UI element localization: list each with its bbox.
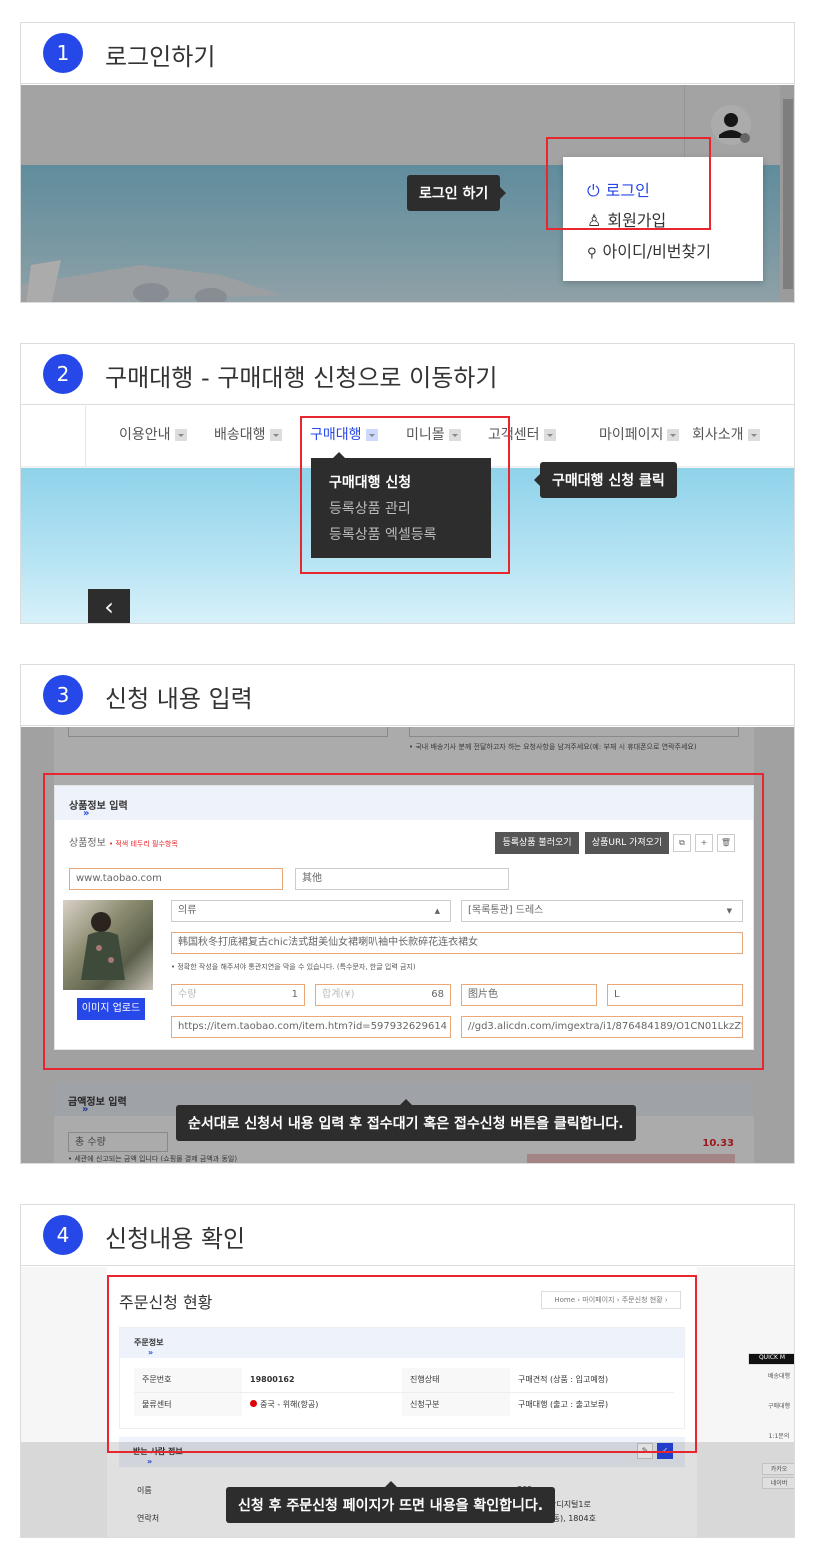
quick-shipping[interactable]: 배송대행 [762, 1371, 794, 1393]
quick-label: 구매대행 [767, 1403, 791, 1410]
step-number: 4 [43, 1215, 83, 1255]
step-title: 구매대행 - 구매대행 신청으로 이동하기 [105, 364, 498, 392]
divider [85, 406, 86, 467]
chevron-left-icon: ‹ [104, 593, 114, 621]
step-3-panel: 3 신청 내용 입력 • 국내 배송기사 분께 전달하고자 하는 요청사항을 남… [20, 664, 795, 1164]
tooltip-confirm: 신청 후 주문신청 페이지가 뜨면 내용을 확인합니다. [226, 1481, 556, 1523]
step-number: 3 [43, 675, 83, 715]
slider-prev-button[interactable]: ‹ [88, 589, 130, 623]
step-header: 2 구매대행 - 구매대행 신청으로 이동하기 [21, 344, 794, 405]
quick-label: 1:1문의 [768, 1433, 790, 1440]
find-account-menu-item[interactable]: ⚲ 아이디/비번찾기 [587, 238, 711, 262]
nav-company[interactable]: 회사소개 [692, 424, 760, 444]
step-number: 1 [43, 33, 83, 73]
step-title: 신청 내용 입력 [105, 685, 253, 713]
highlight-box [107, 1275, 697, 1453]
nav-label: 배송대행 [214, 427, 266, 443]
step-number: 2 [43, 354, 83, 394]
step-header: 1 로그인하기 [21, 23, 794, 84]
tooltip-login: 로그인 하기 [407, 175, 507, 211]
highlight-box [546, 137, 711, 230]
quick-purchase[interactable]: 구매대행 [762, 1401, 794, 1423]
nav-mypage[interactable]: 마이페이지 [599, 424, 680, 444]
highlight-box [43, 773, 764, 1070]
chevron-down-icon [667, 429, 680, 441]
screenshot-nav: 이용안내 배송대행 구매대행 미니몰 고객센터 마이페이지 회사소개 ‹ 구매대… [21, 406, 794, 623]
screenshot-login: ⏻ 로그인 ♙ 회원가입 ⚲ 아이디/비번찾기 로그인 하기 [21, 85, 794, 302]
nav-label: 이용안내 [119, 427, 171, 443]
find-account-label: 아이디/비번찾기 [602, 242, 711, 261]
screenshot-form: • 국내 배송기사 분께 전달하고자 하는 요청사항을 남겨주세요(예: 부재 … [21, 727, 794, 1163]
screenshot-order: 주문신청 현황 Home › 마이페이지 › 주문신청 현황 › » 주문정보 주… [21, 1267, 794, 1537]
step-title: 신청내용 확인 [105, 1225, 246, 1253]
step-1-panel: 1 로그인하기 ⏻ 로그인 ♙ 회원가입 ⚲ 아이디/비번찾기 로그인 하기 [20, 22, 795, 303]
chevron-down-icon [543, 429, 556, 441]
chevron-down-icon [174, 429, 187, 441]
nav-label: 회사소개 [692, 427, 744, 443]
chevron-down-icon [747, 429, 760, 441]
nav-guide[interactable]: 이용안내 [119, 424, 187, 444]
chevron-down-icon [269, 429, 282, 441]
search-icon: ⚲ [587, 246, 597, 261]
step-header: 3 신청 내용 입력 [21, 665, 794, 726]
tooltip-form: 순서대로 신청서 내용 입력 후 접수대기 혹은 접수신청 버튼을 클릭합니다. [176, 1099, 636, 1141]
tooltip-purchase-apply: 구매대행 신청 클릭 [534, 462, 677, 498]
quick-title: QUICK M [758, 1354, 786, 1361]
step-header: 4 신청내용 확인 [21, 1205, 794, 1266]
quick-menu-head[interactable]: QUICK M [748, 1353, 794, 1365]
highlight-box [300, 416, 510, 574]
quick-label: 배송대행 [767, 1373, 791, 1380]
step-2-panel: 2 구매대행 - 구매대행 신청으로 이동하기 이용안내 배송대행 구매대행 미… [20, 343, 795, 624]
nav-label: 마이페이지 [599, 427, 664, 443]
step-4-panel: 4 신청내용 확인 주문신청 현황 Home › 마이페이지 › 주문신청 현황… [20, 1204, 795, 1538]
step-title: 로그인하기 [105, 43, 216, 71]
nav-shipping[interactable]: 배송대행 [214, 424, 282, 444]
